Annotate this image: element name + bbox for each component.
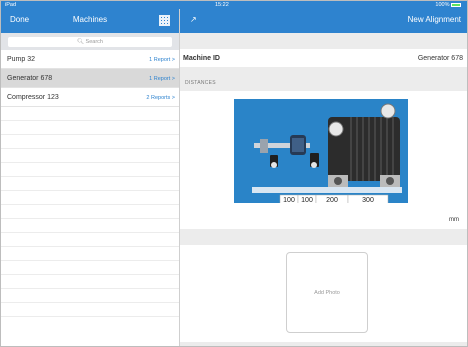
empty-row xyxy=(1,233,179,247)
distance-2: 100 xyxy=(301,197,313,203)
machine-train-illustration: 100 100 200 300 xyxy=(252,103,402,205)
detail-navbar: ↗︎ New Alignment xyxy=(180,9,467,33)
base-plate xyxy=(252,187,402,193)
machine-train-diagram: 100 100 200 300 xyxy=(234,99,408,205)
empty-row xyxy=(1,219,179,233)
machine-row-generator-678[interactable]: Generator 678 1 Report > xyxy=(1,69,179,88)
report-count[interactable]: 1 Report > xyxy=(149,57,175,63)
add-photo-button[interactable]: Add Photo xyxy=(286,252,368,333)
motor-bolt-rear xyxy=(386,177,394,185)
distances-label: DISTANCES xyxy=(185,80,216,86)
app-window: iPad 15:22 100% Done Machines 🔍︎ Search … xyxy=(0,0,468,347)
machines-navbar: Done Machines xyxy=(1,9,179,33)
machine-list: Pump 32 1 Report > Generator 678 1 Repor… xyxy=(1,50,179,317)
battery-percent: 100% xyxy=(435,2,450,8)
machines-title: Machines xyxy=(72,15,108,24)
section-spacer xyxy=(180,229,467,245)
sensor-right-lens xyxy=(311,162,317,168)
battery-icon xyxy=(451,2,461,7)
motor-foot-rear-top xyxy=(380,103,396,119)
new-alignment-button[interactable]: New Alignment xyxy=(408,15,461,24)
search-placeholder: Search xyxy=(85,39,103,45)
photo-section: Add Photo xyxy=(180,245,467,346)
battery-indicator: 100% xyxy=(435,2,461,8)
machine-id-label: Machine ID xyxy=(183,55,220,62)
search-bar: 🔍︎ Search xyxy=(1,33,179,50)
search-icon: 🔍︎ xyxy=(77,39,84,45)
empty-row xyxy=(1,177,179,191)
motor-bolt-front xyxy=(334,177,342,185)
distances-section: 100 100 200 300 mm xyxy=(180,91,467,229)
empty-row xyxy=(1,247,179,261)
search-input[interactable]: 🔍︎ Search xyxy=(8,37,172,47)
status-bar: iPad 15:22 100% xyxy=(1,1,467,9)
report-count[interactable]: 2 Reports > xyxy=(146,95,175,101)
empty-row xyxy=(1,135,179,149)
coupling-detail xyxy=(292,138,304,152)
empty-row xyxy=(1,303,179,317)
bearing xyxy=(260,139,268,153)
section-spacer xyxy=(180,33,467,49)
machine-name: Generator 678 xyxy=(7,75,53,82)
chevron-right-icon: > xyxy=(171,76,175,82)
distance-labels: 100 100 200 300 xyxy=(279,194,389,205)
empty-row xyxy=(1,289,179,303)
motor-foot-front-top xyxy=(328,121,344,137)
chevron-right-icon: > xyxy=(171,95,175,101)
empty-row xyxy=(1,275,179,289)
distance-3: 200 xyxy=(326,197,338,203)
distances-header: DISTANCES xyxy=(180,67,467,91)
empty-row xyxy=(1,261,179,275)
machine-id-row[interactable]: Machine ID Generator 678 xyxy=(180,49,467,67)
empty-row xyxy=(1,121,179,135)
distance-4: 300 xyxy=(362,197,374,203)
clock: 15:22 xyxy=(215,2,229,8)
empty-row xyxy=(1,149,179,163)
carrier-label: iPad xyxy=(5,2,17,8)
qr-code-icon[interactable] xyxy=(159,15,170,26)
empty-row xyxy=(1,191,179,205)
empty-row xyxy=(1,107,179,121)
report-count[interactable]: 1 Report > xyxy=(149,76,175,82)
unit-label: mm xyxy=(449,217,459,223)
machine-row-pump-32[interactable]: Pump 32 1 Report > xyxy=(1,50,179,69)
machine-row-compressor-123[interactable]: Compressor 123 2 Reports > xyxy=(1,88,179,107)
expand-icon[interactable]: ↗︎ xyxy=(190,15,197,24)
empty-row xyxy=(1,163,179,177)
footer-bar xyxy=(180,342,467,346)
machine-name: Pump 32 xyxy=(7,56,36,63)
machine-id-value: Generator 678 xyxy=(417,55,463,62)
distance-1: 100 xyxy=(283,197,295,203)
machine-name: Compressor 123 xyxy=(7,94,59,101)
sensor-left-lens xyxy=(271,162,277,168)
chevron-right-icon: > xyxy=(171,57,175,63)
empty-row xyxy=(1,205,179,219)
